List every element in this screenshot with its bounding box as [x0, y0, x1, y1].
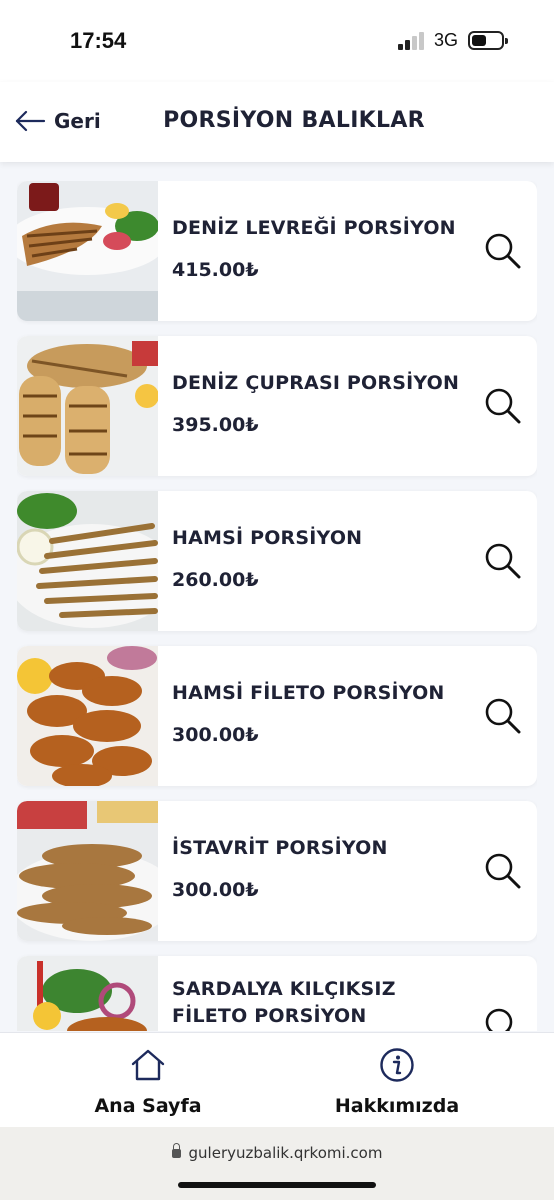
sardine-fillet-photo [17, 956, 158, 1031]
status-bar: 17:54 3G [0, 0, 554, 82]
url-text: guleryuzbalik.qrkomi.com [188, 1144, 383, 1162]
product-card[interactable]: İSTAVRİT PORSİYON 300.00₺ [17, 801, 537, 941]
fried-horse-mackerel-photo [17, 801, 158, 941]
product-name: HAMSİ PORSİYON [172, 527, 363, 549]
search-icon[interactable] [483, 1006, 523, 1031]
product-card[interactable]: HAMSİ FİLETO PORSİYON 300.00₺ [17, 646, 537, 786]
status-time: 17:54 [70, 28, 127, 53]
product-price: 395.00₺ [172, 414, 259, 436]
signal-icon [398, 32, 426, 50]
url-display: guleryuzbalik.qrkomi.com [0, 1143, 554, 1162]
product-price: 300.00₺ [172, 879, 259, 901]
info-icon [380, 1048, 414, 1082]
search-icon[interactable] [483, 696, 523, 736]
product-name: HAMSİ FİLETO PORSİYON [172, 682, 445, 704]
product-name: İSTAVRİT PORSİYON [172, 837, 388, 859]
page-title: PORSİYON BALIKLAR [163, 108, 425, 133]
product-price: 260.00₺ [172, 569, 259, 591]
home-indicator[interactable] [178, 1182, 376, 1188]
product-card[interactable]: DENİZ LEVREĞİ PORSİYON 415.00₺ [17, 181, 537, 321]
grilled-sea-bass-photo [17, 181, 158, 321]
product-card[interactable]: DENİZ ÇUPRASI PORSİYON 395.00₺ [17, 336, 537, 476]
product-name: DENİZ ÇUPRASI PORSİYON [172, 372, 460, 394]
nav-home-label: Ana Sayfa [94, 1095, 202, 1117]
home-icon [131, 1049, 165, 1081]
product-price: 300.00₺ [172, 724, 259, 746]
anchovy-fillet-photo [17, 646, 158, 786]
browser-url-bar[interactable]: guleryuzbalik.qrkomi.com [0, 1127, 554, 1200]
nav-about-label: Hakkımızda [334, 1095, 460, 1117]
search-icon[interactable] [483, 386, 523, 426]
grilled-sea-bream-photo [17, 336, 158, 476]
product-card[interactable]: SARDALYA KILÇIKSIZ FİLETO PORSİYON [17, 956, 537, 1031]
product-name: SARDALYA KILÇIKSIZ FİLETO PORSİYON [172, 978, 396, 1027]
product-card[interactable]: HAMSİ PORSİYON 260.00₺ [17, 491, 537, 631]
search-icon[interactable] [483, 851, 523, 891]
battery-icon [468, 31, 508, 50]
product-price: 415.00₺ [172, 259, 259, 281]
search-icon[interactable] [483, 541, 523, 581]
product-name: DENİZ LEVREĞİ PORSİYON [172, 217, 456, 239]
page-header: Geri PORSİYON BALIKLAR [0, 82, 554, 162]
nav-home[interactable]: Ana Sayfa [48, 1033, 248, 1128]
nav-about[interactable]: Hakkımızda [297, 1033, 497, 1128]
fried-anchovy-photo [17, 491, 158, 631]
network-type: 3G [434, 30, 459, 50]
product-list: DENİZ LEVREĞİ PORSİYON 415.00₺ DENİZ ÇUP… [17, 181, 537, 1031]
bottom-nav: Ana Sayfa Hakkımızda [0, 1032, 554, 1127]
lock-icon [171, 1143, 181, 1158]
search-icon[interactable] [483, 231, 523, 271]
